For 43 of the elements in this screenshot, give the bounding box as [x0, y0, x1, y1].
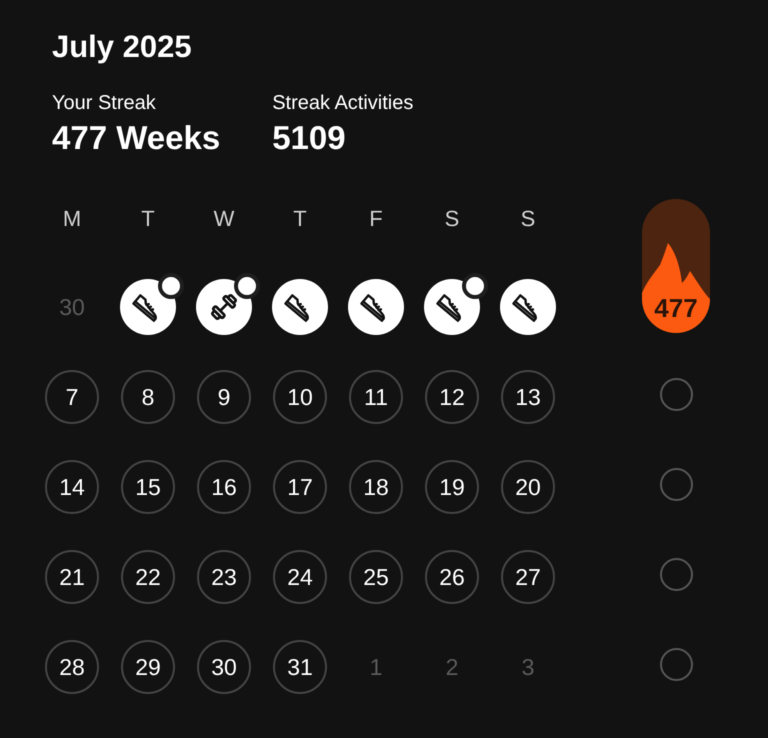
day-button[interactable]: 30: [197, 640, 251, 694]
day-button[interactable]: 13: [501, 370, 555, 424]
stat-value: 477 Weeks: [52, 118, 220, 158]
weekday-label: S: [444, 204, 460, 232]
day-button[interactable]: 8: [121, 370, 175, 424]
day-button[interactable]: 26: [425, 550, 479, 604]
day-button[interactable]: 21: [45, 550, 99, 604]
day-number: 1: [370, 652, 382, 682]
flame-icon: [642, 243, 710, 333]
day-button[interactable]: 15: [121, 460, 175, 514]
day-button[interactable]: 31: [273, 640, 327, 694]
stat-label: Your Streak: [52, 91, 156, 116]
day-button[interactable]: 24: [273, 550, 327, 604]
day-button[interactable]: 16: [197, 460, 251, 514]
day-button[interactable]: 12: [425, 370, 479, 424]
month-title: July 2025: [52, 28, 192, 66]
day-button[interactable]: 25: [349, 550, 403, 604]
day-button[interactable]: 19: [425, 460, 479, 514]
day-button[interactable]: 9: [197, 370, 251, 424]
streak-count: 477: [653, 293, 699, 323]
day-button[interactable]: 7: [45, 370, 99, 424]
stat-value: 5109: [272, 118, 346, 158]
weekday-label: T: [141, 204, 155, 232]
day-button[interactable]: 23: [197, 550, 251, 604]
weekday-label: M: [62, 204, 82, 232]
day-button[interactable]: 17: [273, 460, 327, 514]
day-number: 30: [59, 292, 85, 322]
day-button[interactable]: 11: [349, 370, 403, 424]
day-button[interactable]: 20: [501, 460, 555, 514]
day-button[interactable]: 14: [45, 460, 99, 514]
day-button[interactable]: 18: [349, 460, 403, 514]
day-button[interactable]: 27: [501, 550, 555, 604]
weekday-label: S: [520, 204, 536, 232]
weekday-label: T: [293, 204, 307, 232]
day-button[interactable]: 28: [45, 640, 99, 694]
weekday-label: F: [369, 204, 383, 232]
stat-label: Streak Activities: [272, 91, 414, 116]
weekday-label: W: [214, 204, 234, 232]
day-button[interactable]: 29: [121, 640, 175, 694]
day-button[interactable]: 10: [273, 370, 327, 424]
day-number: 3: [522, 652, 534, 682]
day-button[interactable]: 22: [121, 550, 175, 604]
day-number: 2: [446, 652, 458, 682]
